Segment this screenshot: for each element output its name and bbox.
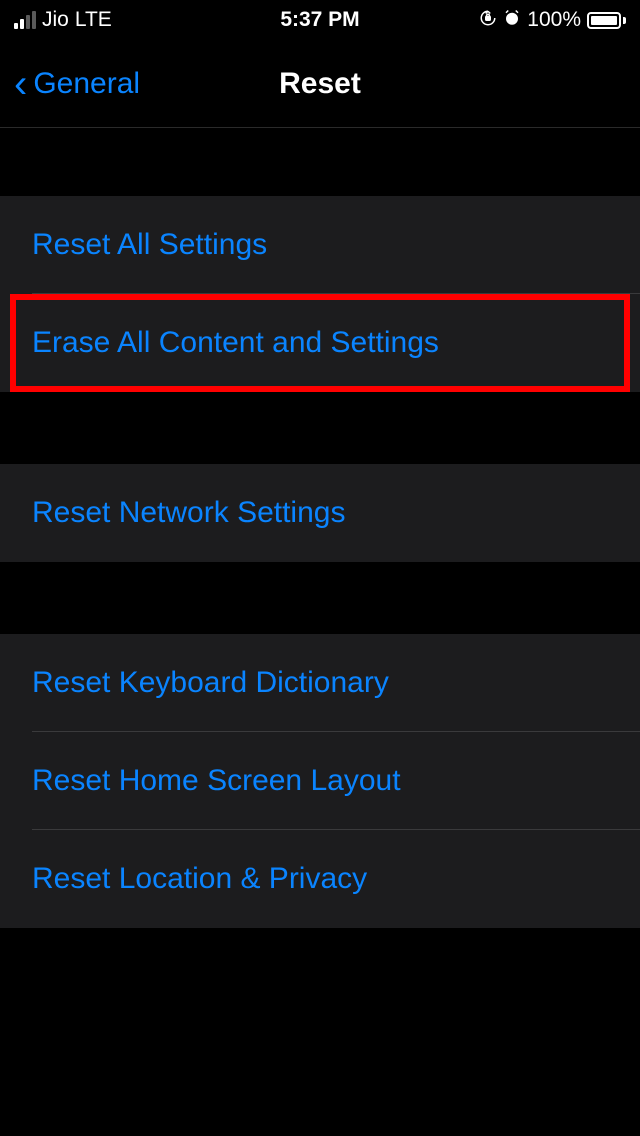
carrier-label: Jio (42, 8, 69, 32)
orientation-lock-icon (479, 9, 497, 32)
reset-home-screen-cell[interactable]: Reset Home Screen Layout (0, 732, 640, 830)
back-button[interactable]: ‹ General (0, 64, 140, 104)
content: Reset All Settings Erase All Content and… (0, 128, 640, 928)
cell-label: Reset Network Settings (32, 496, 345, 530)
back-label: General (33, 67, 140, 101)
cell-label: Reset Keyboard Dictionary (32, 666, 389, 700)
cell-label: Reset Home Screen Layout (32, 764, 401, 798)
erase-all-content-cell[interactable]: Erase All Content and Settings (0, 294, 640, 392)
navigation-bar: ‹ General Reset (0, 40, 640, 128)
status-right: 100% (479, 8, 626, 32)
cell-label: Reset Location & Privacy (32, 862, 367, 896)
network-label: LTE (75, 8, 112, 32)
status-bar: Jio LTE 5:37 PM 100% (0, 0, 640, 40)
reset-location-privacy-cell[interactable]: Reset Location & Privacy (0, 830, 640, 928)
highlight-annotation: Erase All Content and Settings (0, 294, 640, 392)
reset-all-settings-cell[interactable]: Reset All Settings (0, 196, 640, 294)
section-spacer (0, 392, 640, 464)
status-left: Jio LTE (14, 8, 112, 32)
clock-label: 5:37 PM (280, 8, 359, 32)
page-title: Reset (279, 67, 361, 101)
signal-strength-icon (14, 11, 36, 29)
battery-icon (587, 12, 626, 29)
chevron-left-icon: ‹ (14, 64, 27, 104)
reset-network-settings-cell[interactable]: Reset Network Settings (0, 464, 640, 562)
reset-keyboard-dictionary-cell[interactable]: Reset Keyboard Dictionary (0, 634, 640, 732)
cell-label: Reset All Settings (32, 228, 267, 262)
section-spacer (0, 562, 640, 634)
cell-label: Erase All Content and Settings (32, 326, 439, 360)
battery-percent-label: 100% (527, 8, 581, 32)
alarm-icon (503, 9, 521, 32)
section-spacer (0, 128, 640, 196)
